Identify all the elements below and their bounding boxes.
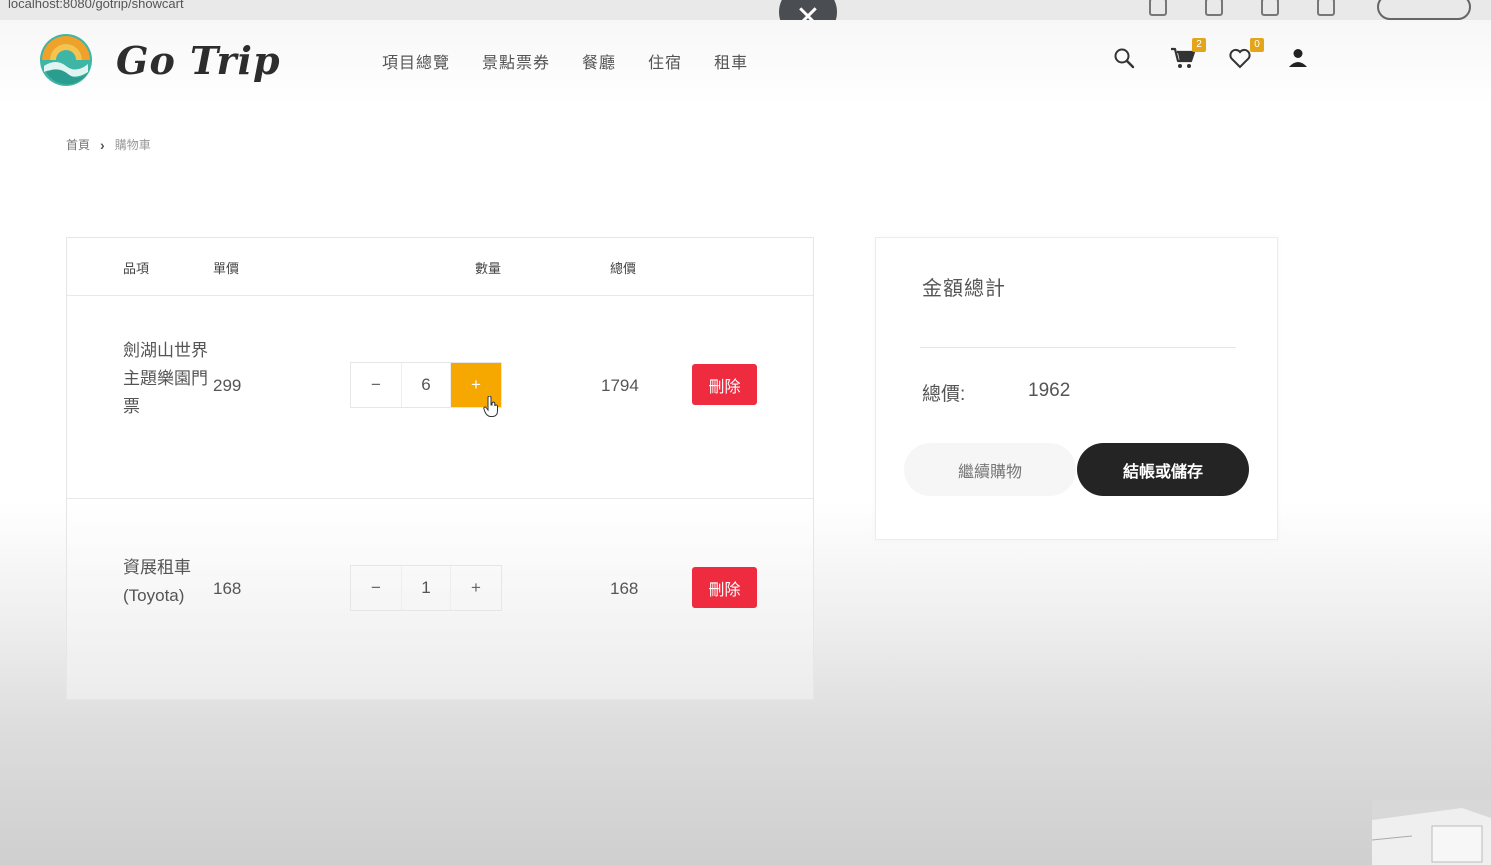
product-name: 劍湖山世界 主題樂園門 票 xyxy=(123,341,208,416)
nav-item-car-rental[interactable]: 租車 xyxy=(714,49,748,73)
main-nav: 項目總覽 景點票券 餐廳 住宿 租車 xyxy=(382,49,748,73)
total-value: 1962 xyxy=(1028,380,1071,401)
webcam-thumbnail xyxy=(1372,800,1491,865)
chevron-right-icon: › xyxy=(100,136,105,153)
decrease-quantity-button[interactable]: − xyxy=(351,363,401,407)
hand-cursor-icon xyxy=(483,396,498,417)
quantity-value[interactable]: 1 xyxy=(401,566,451,610)
line-total: 168 xyxy=(610,579,639,598)
summary-title: 金額總計 xyxy=(922,278,1006,300)
increase-quantity-button[interactable]: + xyxy=(451,566,501,610)
column-header-price: 單價 xyxy=(213,261,240,276)
cart-count-badge: 2 xyxy=(1192,38,1206,52)
cart-table-header: 品項 單價 數量 總價 xyxy=(67,238,813,296)
unit-price: 299 xyxy=(213,376,242,395)
collections-icon[interactable] xyxy=(1317,0,1335,16)
decrease-quantity-button[interactable]: − xyxy=(351,566,401,610)
total-label: 總價: xyxy=(922,384,966,405)
cart-row: 劍湖山世界 主題樂園門 票 299 − 6 + 1794 刪除 xyxy=(67,296,813,499)
cart-icon[interactable]: 2 xyxy=(1170,38,1206,70)
profile-icon[interactable] xyxy=(1149,0,1167,16)
column-header-total: 總價 xyxy=(610,261,637,276)
cart-row: 資展租車 (Toyota) 168 − 1 + 168 刪除 xyxy=(67,499,813,699)
continue-shopping-button[interactable]: 繼續購物 xyxy=(904,443,1076,496)
search-icon[interactable] xyxy=(1112,46,1136,70)
favorites-icon[interactable] xyxy=(1261,0,1279,16)
header-icons: 2 0 xyxy=(1112,38,1310,70)
quantity-stepper: − 6 + xyxy=(350,362,502,408)
delete-button[interactable]: 刪除 xyxy=(692,364,757,405)
browser-toolbar: localhost:8080/gotrip/showcart xyxy=(0,0,1491,21)
breadcrumb-current: 購物車 xyxy=(114,138,151,152)
quantity-stepper: − 1 + xyxy=(350,565,502,611)
column-header-qty: 數量 xyxy=(475,261,502,276)
browser-icons xyxy=(1149,0,1471,20)
wishlist-heart-icon[interactable]: 0 xyxy=(1228,38,1264,70)
unit-price: 168 xyxy=(213,579,242,598)
nav-item-overview[interactable]: 項目總覽 xyxy=(382,49,450,73)
product-name: 資展租車 (Toyota) xyxy=(123,558,191,605)
quantity-value[interactable]: 6 xyxy=(401,363,451,407)
order-summary: 金額總計 總價: 1962 繼續購物 結帳或儲存 xyxy=(875,237,1278,540)
cart-table: 品項 單價 數量 總價 劍湖山世界 主題樂園門 票 299 − 6 + 1794… xyxy=(66,237,814,700)
site-header: Go Trip 項目總覽 景點票券 餐廳 住宿 租車 2 0 xyxy=(0,20,1491,105)
gotrip-logo[interactable] xyxy=(38,32,94,88)
extensions-icon[interactable] xyxy=(1205,0,1223,16)
checkout-button[interactable]: 結帳或儲存 xyxy=(1077,443,1249,496)
nav-item-restaurants[interactable]: 餐廳 xyxy=(582,49,616,73)
address-bar[interactable]: localhost:8080/gotrip/showcart xyxy=(8,0,184,11)
delete-button[interactable]: 刪除 xyxy=(692,567,757,608)
nav-item-tickets[interactable]: 景點票券 xyxy=(482,49,550,73)
user-icon[interactable] xyxy=(1286,46,1310,70)
brand-name[interactable]: Go Trip xyxy=(116,38,281,83)
wishlist-count-badge: 0 xyxy=(1250,38,1264,52)
breadcrumb: 首頁 › 購物車 xyxy=(66,136,151,153)
account-pill[interactable] xyxy=(1377,0,1471,20)
summary-divider xyxy=(920,347,1236,348)
nav-item-lodging[interactable]: 住宿 xyxy=(648,49,682,73)
line-total: 1794 xyxy=(601,376,639,395)
column-header-item: 品項 xyxy=(123,261,150,276)
breadcrumb-home[interactable]: 首頁 xyxy=(66,136,90,153)
